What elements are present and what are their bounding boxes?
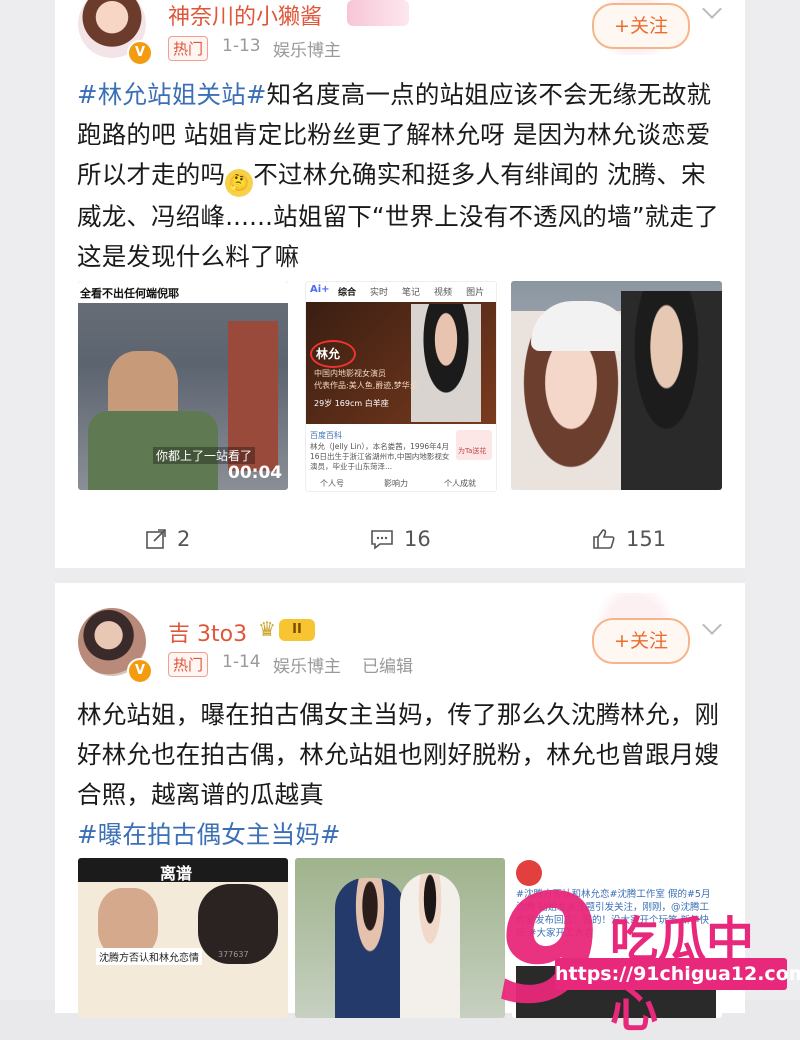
repost-button[interactable]: 2: [145, 527, 190, 551]
topic-tag[interactable]: #曝在拍古偶女主当妈#: [77, 820, 341, 849]
verified-badge-icon: V: [127, 40, 153, 66]
username[interactable]: 吉 3to3: [168, 616, 247, 648]
post-text: #林允站姐关站#知名度高一点的站姐应该不会无缘无故就跑路的吧 站姐肯定比粉丝更了…: [77, 80, 719, 271]
level-badge: II: [279, 619, 315, 641]
post-category: 娱乐博主: [273, 657, 341, 677]
baike-screenshot[interactable]: Ai+ 综合实时笔记视频图片问答 林允 中国内地影视女演员 代表作品:美人鱼,爵…: [305, 281, 497, 492]
baike-tab: 综合: [338, 288, 357, 298]
baike-tab: 笔记: [402, 288, 421, 298]
hot-badge: 热门: [168, 652, 209, 677]
post-card: V 神奈川的小獭酱 热门 1-13 娱乐博主 +关注 #林允站姐关站#知名度高一…: [55, 0, 745, 568]
post-divider: [55, 568, 745, 583]
chevron-down-icon[interactable]: [702, 0, 722, 19]
follow-button[interactable]: +关注: [592, 3, 690, 49]
selfie-photo[interactable]: [511, 281, 722, 490]
chevron-down-icon[interactable]: [702, 615, 722, 635]
video-thumbnail[interactable]: 全看不出任何端倪耶 你都上了一站看了 00:04: [78, 281, 288, 490]
fan-medal-icon: [347, 0, 409, 26]
post-text: 林允站姐，曝在拍古偶女主当妈，传了那么久沈腾林允，刚好林允也在拍古偶，林允站姐也…: [77, 700, 720, 849]
news-screenshot[interactable]: 离谱 沈腾方否认和林允恋情 377637: [78, 858, 288, 1018]
left-margin: [0, 0, 55, 1000]
username[interactable]: 神奈川的小獭酱: [168, 0, 322, 31]
crown-icon: ♛: [258, 617, 276, 641]
post-date: 1-14: [222, 652, 261, 672]
follow-button[interactable]: +关注: [592, 618, 690, 664]
post-date: 1-13: [222, 36, 261, 56]
verified-badge-icon: V: [127, 658, 153, 684]
baike-tab: 实时: [370, 288, 389, 298]
like-button[interactable]: 151: [592, 527, 666, 551]
watermark-url[interactable]: https://91chigua12.com: [555, 958, 800, 990]
baike-tab: 视频: [434, 288, 453, 298]
hot-badge: 热门: [168, 36, 209, 61]
comment-icon: [371, 530, 393, 550]
comment-button[interactable]: 16: [370, 527, 431, 551]
topic-tag[interactable]: #林允站姐关站#: [77, 80, 267, 109]
baike-tab: 图片: [466, 288, 485, 298]
edited-label: 已编辑: [362, 657, 413, 677]
right-margin: [745, 0, 800, 1000]
watermark-logo: 9: [495, 863, 600, 1037]
video-duration: 00:04: [228, 463, 283, 483]
thumbs-up-icon: [593, 529, 615, 549]
repost-icon: [146, 529, 166, 549]
post-category: 娱乐博主: [273, 41, 341, 61]
thinking-emoji-icon: 🤔: [225, 169, 254, 197]
photo[interactable]: [295, 858, 505, 1018]
